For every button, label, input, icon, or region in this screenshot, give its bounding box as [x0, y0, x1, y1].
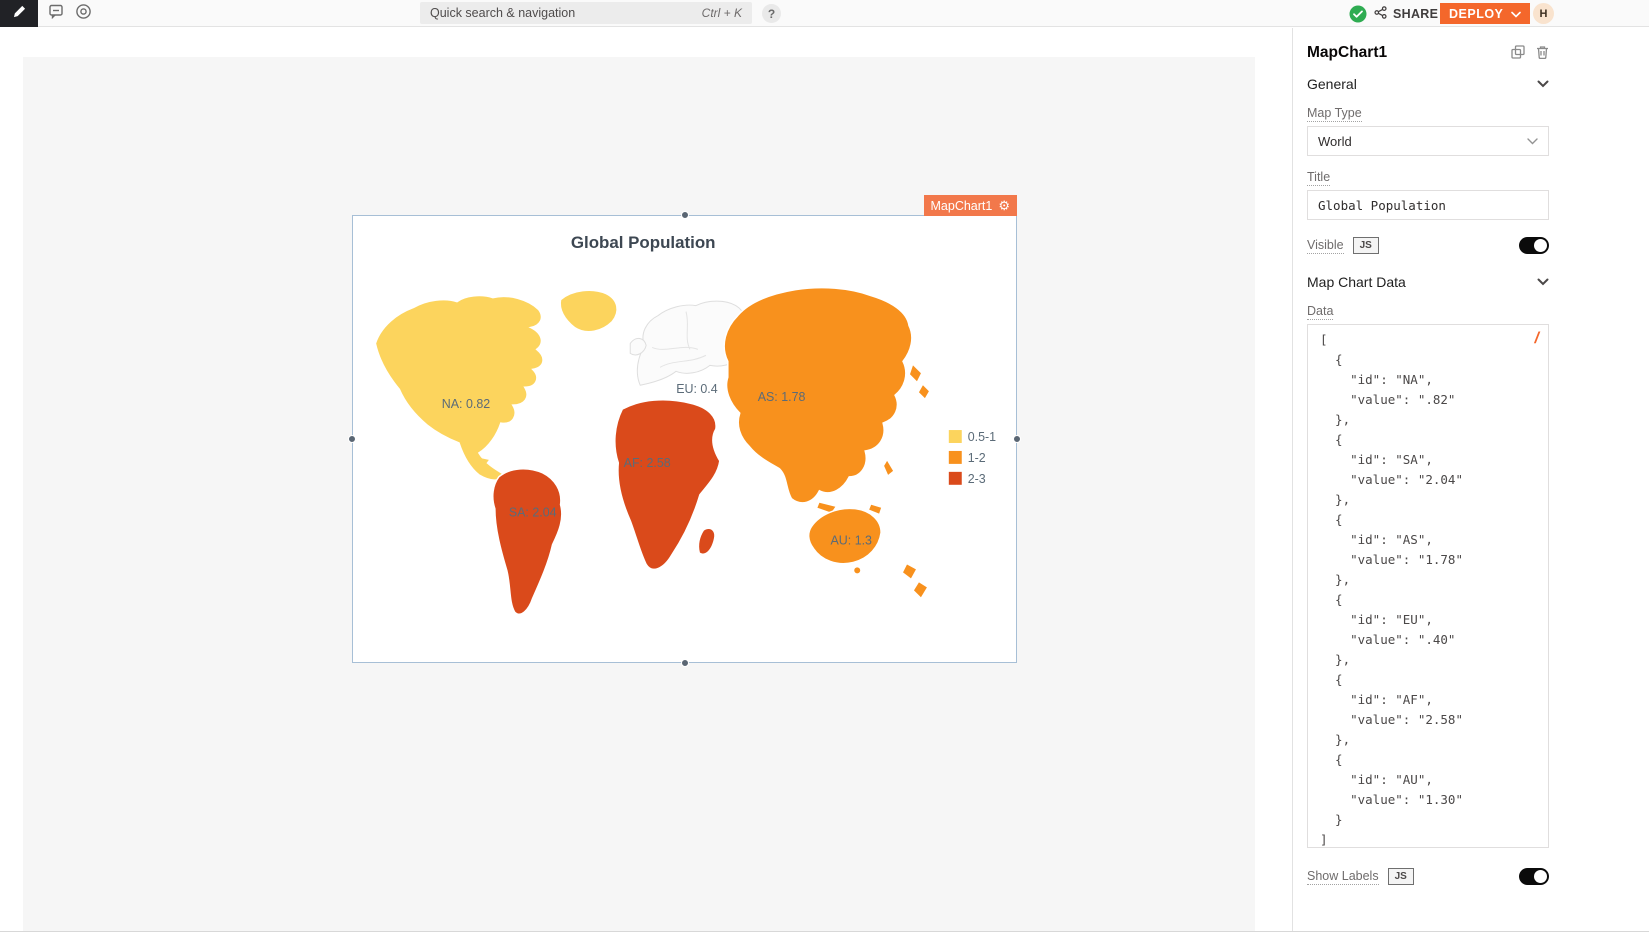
data-code-content: [ { "id": "NA", "value": ".82" }, { "id"…	[1308, 325, 1548, 850]
widget-name-heading: MapChart1	[1307, 44, 1387, 61]
select-chevron-down-icon	[1527, 132, 1538, 150]
title-label: Title	[1307, 170, 1549, 184]
legend-label-3: 2-3	[968, 472, 986, 486]
section-map-chart-data-label: Map Chart Data	[1307, 274, 1406, 290]
section-general-label: General	[1307, 76, 1357, 92]
property-pane: MapChart1 General Map Type World Title	[1292, 28, 1649, 931]
selection-handle-left[interactable]	[348, 435, 356, 443]
show-labels-js-badge[interactable]: JS	[1388, 868, 1414, 885]
island-greenland	[560, 290, 617, 331]
data-label: Data	[1307, 304, 1549, 318]
quick-search-input[interactable]: Quick search & navigation Ctrl + K	[420, 2, 752, 24]
legend-swatch-1[interactable]	[949, 430, 962, 443]
map-region-label-na: NA: 0.82	[442, 397, 490, 411]
show-labels-toggle[interactable]	[1519, 868, 1549, 885]
help-icon[interactable]: ?	[762, 4, 781, 23]
window-bottom-edge	[0, 931, 1649, 938]
edit-mode-button[interactable]	[0, 0, 38, 27]
continent-as	[724, 288, 912, 503]
widget-name-tag[interactable]: MapChart1 ⚙	[924, 195, 1018, 216]
preview-mode-button[interactable]	[74, 4, 93, 23]
island-tasmania	[854, 567, 860, 573]
legend-swatch-2[interactable]	[949, 451, 962, 464]
section-map-chart-data[interactable]: Map Chart Data	[1307, 272, 1549, 292]
share-icon	[1374, 6, 1387, 22]
visible-label: Visible	[1307, 238, 1344, 252]
save-status-check-icon	[1349, 5, 1367, 23]
copy-widget-icon[interactable]	[1511, 45, 1525, 64]
continent-na	[375, 296, 543, 481]
search-placeholder: Quick search & navigation	[430, 6, 575, 20]
map-type-value: World	[1318, 134, 1352, 149]
share-label: SHARE	[1393, 7, 1438, 21]
settings-gear-icon[interactable]: ⚙	[998, 199, 1010, 212]
top-bar: Quick search & navigation Ctrl + K ? SHA…	[0, 0, 1649, 27]
widget-tag-label: MapChart1	[931, 199, 993, 213]
preview-icon	[75, 3, 92, 25]
legend-label-1: 0.5-1	[968, 430, 996, 444]
pencil-icon	[13, 5, 26, 23]
delete-widget-icon[interactable]	[1536, 45, 1549, 64]
share-button[interactable]: SHARE	[1374, 5, 1438, 23]
map-region-label-sa: SA: 2.04	[509, 506, 557, 520]
general-chevron-down-icon	[1537, 75, 1549, 93]
deploy-button[interactable]: DEPLOY	[1440, 3, 1530, 24]
legend-label-2: 1-2	[968, 451, 986, 465]
map-legend: 0.5-1 1-2 2-3	[949, 430, 996, 486]
mapchart-widget[interactable]: MapChart1 ⚙ Global Population NA: 0.82	[352, 215, 1017, 663]
visible-toggle[interactable]	[1519, 237, 1549, 254]
deploy-label: DEPLOY	[1449, 7, 1503, 21]
islands-japan	[910, 365, 929, 398]
comment-icon	[48, 3, 64, 24]
deploy-chevron-down-icon[interactable]	[1511, 7, 1521, 21]
selection-handle-top[interactable]	[681, 211, 689, 219]
visible-js-badge[interactable]: JS	[1353, 237, 1379, 254]
show-labels-label: Show Labels	[1307, 869, 1379, 883]
data-code-editor[interactable]: [ { "id": "NA", "value": ".82" }, { "id"…	[1307, 324, 1549, 848]
continent-sa	[493, 469, 562, 614]
island-madagascar	[699, 529, 714, 554]
map-type-label: Map Type	[1307, 106, 1549, 120]
expression-slash-icon[interactable]: /	[1535, 330, 1539, 348]
islands-new-zealand	[903, 564, 927, 597]
map-region-label-eu: EU: 0.4	[676, 382, 718, 396]
title-input[interactable]	[1318, 198, 1538, 213]
selection-handle-right[interactable]	[1013, 435, 1021, 443]
title-input-wrap	[1307, 190, 1549, 220]
map-region-label-af: AF: 2.58	[624, 456, 671, 470]
world-map-svg: Global Population NA: 0.82 SA: 2.04 EU: …	[353, 216, 1016, 662]
map-region-label-as: AS: 1.78	[758, 390, 806, 404]
selection-handle-bottom[interactable]	[681, 659, 689, 667]
search-shortcut: Ctrl + K	[702, 6, 742, 20]
section-general[interactable]: General	[1307, 74, 1549, 94]
map-chart-data-chevron-down-icon	[1537, 273, 1549, 291]
legend-swatch-3[interactable]	[949, 472, 962, 485]
map-region-label-au: AU: 1.3	[831, 534, 873, 548]
avatar[interactable]: H	[1533, 3, 1554, 24]
map-chart-title: Global Population	[571, 233, 716, 252]
comment-mode-button[interactable]	[46, 4, 65, 23]
map-type-select[interactable]: World	[1307, 126, 1549, 156]
